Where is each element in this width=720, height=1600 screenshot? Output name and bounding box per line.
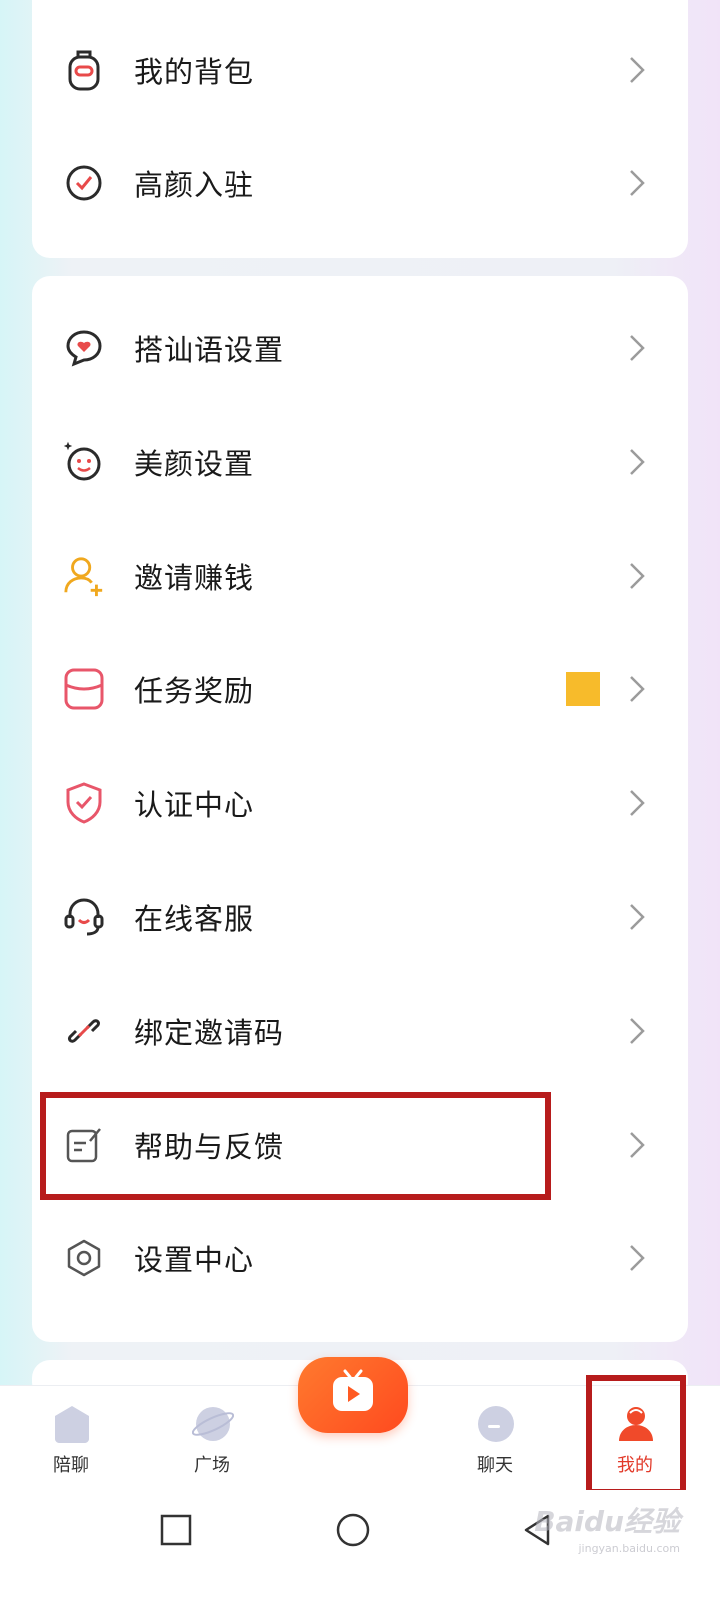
chevron-right-icon [630, 676, 645, 702]
menu-item-label: 我的背包 [134, 55, 255, 89]
menu-item-customer-service[interactable]: 在线客服 [32, 859, 688, 975]
home-circle-icon[interactable] [333, 1510, 373, 1550]
chevron-right-icon [630, 1245, 645, 1271]
reward-badge [566, 672, 600, 706]
tab-companion-chat[interactable]: 陪聊 [16, 1386, 126, 1491]
menu-item-help-feedback[interactable]: 帮助与反馈 [32, 1087, 688, 1203]
chevron-right-icon [630, 790, 645, 816]
watermark-url: jingyan.baidu.com [578, 1542, 680, 1555]
chevron-right-icon [630, 335, 645, 361]
tab-label: 陪聊 [53, 1455, 89, 1476]
menu-item-label: 搭讪语设置 [134, 333, 285, 367]
tab-label: 广场 [194, 1455, 230, 1476]
invite-user-icon [62, 554, 106, 598]
menu-item-label: 在线客服 [134, 902, 255, 936]
menu-item-beauty-join[interactable]: 高颜入驻 [32, 125, 688, 241]
shield-check-icon [62, 781, 106, 825]
menu-item-label: 高颜入驻 [134, 168, 255, 202]
recent-apps-icon[interactable] [156, 1510, 196, 1550]
menu-item-invite-earn[interactable]: 邀请赚钱 [32, 518, 688, 634]
check-circle-icon [62, 161, 106, 205]
home-icon [55, 1406, 89, 1443]
menu-item-label: 认证中心 [134, 788, 255, 822]
chevron-right-icon [630, 449, 645, 475]
chevron-right-icon [630, 170, 645, 196]
gear-icon [62, 1236, 106, 1280]
menu-item-backpack[interactable]: 我的背包 [32, 12, 688, 128]
menu-item-task-reward[interactable]: 任务奖励 [32, 631, 688, 747]
tab-me[interactable]: 我的 [580, 1386, 690, 1491]
menu-item-settings-center[interactable]: 设置中心 [32, 1200, 688, 1316]
headset-icon [62, 895, 106, 939]
menu-item-beauty-settings[interactable]: 美颜设置 [32, 404, 688, 520]
menu-item-label: 帮助与反馈 [134, 1130, 285, 1164]
tab-label: 我的 [617, 1455, 653, 1476]
link-icon [62, 1009, 106, 1053]
menu-item-label: 任务奖励 [134, 674, 255, 708]
menu-item-label: 绑定邀请码 [134, 1016, 285, 1050]
chat-bubble-icon [478, 1406, 514, 1442]
tv-play-icon [333, 1369, 373, 1411]
menu-item-label: 美颜设置 [134, 447, 255, 481]
chevron-right-icon [630, 563, 645, 589]
chat-heart-icon [62, 326, 106, 370]
menu-item-label: 设置中心 [134, 1243, 255, 1277]
planet-icon [192, 1407, 234, 1441]
chevron-right-icon [630, 57, 645, 83]
backpack-icon [62, 48, 106, 92]
chevron-right-icon [630, 1018, 645, 1044]
live-center-button[interactable] [298, 1357, 408, 1433]
beauty-face-icon [62, 440, 106, 484]
menu-item-verification[interactable]: 认证中心 [32, 745, 688, 861]
tab-label: 聊天 [477, 1455, 513, 1476]
profile-icon [619, 1407, 653, 1441]
watermark: Baidu经验 [534, 1505, 680, 1538]
chevron-right-icon [630, 904, 645, 930]
menu-item-bind-invite-code[interactable]: 绑定邀请码 [32, 973, 688, 1089]
menu-item-greeting-settings[interactable]: 搭讪语设置 [32, 290, 688, 406]
feedback-edit-icon [62, 1123, 106, 1167]
menu-item-label: 邀请赚钱 [134, 561, 255, 595]
task-reward-icon [62, 667, 106, 711]
tab-square[interactable]: 广场 [157, 1386, 267, 1491]
tab-chat[interactable]: 聊天 [440, 1386, 550, 1491]
chevron-right-icon [630, 1132, 645, 1158]
menu-card-2: 搭讪语设置 美颜设置 邀请赚钱 任务奖励 认证中心 在线客服 绑定邀请码 帮助与… [32, 276, 688, 1342]
menu-card-1: 我的背包 高颜入驻 [32, 0, 688, 258]
